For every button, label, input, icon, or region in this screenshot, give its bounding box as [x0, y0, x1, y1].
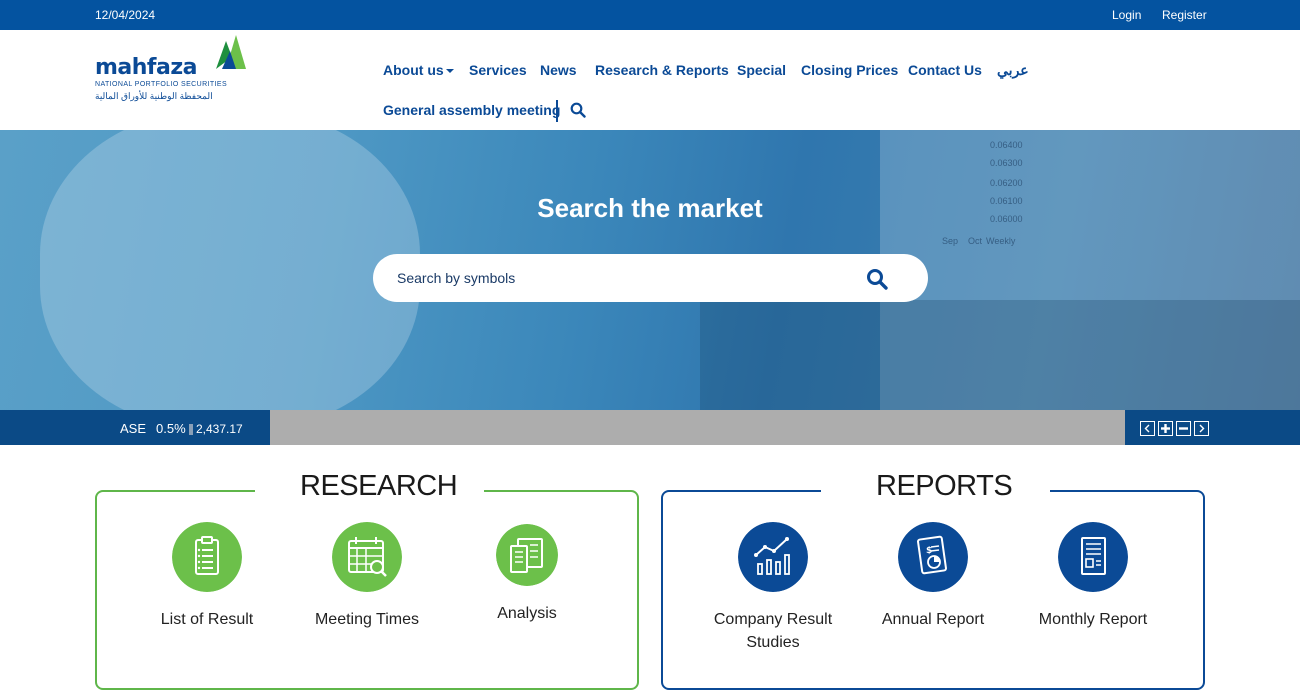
monitor-value: 0.06200 [990, 178, 1023, 188]
minus-icon [1179, 427, 1188, 430]
monitor-axis-label: Weekly [986, 236, 1016, 246]
chevron-left-icon [1144, 424, 1150, 433]
ticker-prev-button[interactable] [1140, 421, 1155, 436]
register-link[interactable]: Register [1162, 8, 1207, 22]
logo-arabic-name: المحفظة الوطنية للأوراق المالية [95, 91, 213, 101]
research-item-label: Meeting Times [314, 611, 420, 628]
research-item-meeting-times[interactable]: Meeting Times [292, 522, 442, 631]
hero-background-shape [40, 130, 420, 410]
checklist-icon [172, 522, 242, 592]
symbol-search-input[interactable] [397, 268, 837, 288]
annual-report-icon: $ [898, 522, 968, 592]
site-logo[interactable]: mahfaza NATIONAL PORTFOLIO SECURITIES ال… [95, 35, 247, 101]
nav-research-reports[interactable]: Research & Reports [595, 62, 729, 78]
monitor-value: 0.06300 [990, 158, 1023, 168]
search-button-icon[interactable] [865, 267, 889, 291]
nav-closing-prices[interactable]: Closing Prices [801, 62, 898, 78]
plus-icon [1161, 424, 1170, 433]
logo-tagline: NATIONAL PORTFOLIO SECURITIES [95, 81, 228, 88]
ticker-symbol: ASE [120, 421, 147, 436]
nav-contact-us[interactable]: Contact Us [908, 62, 982, 78]
growth-chart-icon [738, 522, 808, 592]
analysis-document-icon [496, 524, 558, 586]
nav-special[interactable]: Special [737, 62, 786, 78]
monthly-report-icon [1058, 522, 1128, 592]
nav-news[interactable]: News [540, 62, 577, 78]
reports-item-label: Annual Report [881, 611, 985, 628]
monitor-axis-label: Oct [968, 236, 983, 246]
reports-item-label: Monthly Report [1038, 611, 1148, 628]
research-item-analysis[interactable]: Analysis [452, 524, 602, 625]
reports-item-company-result-studies[interactable]: Company Result Studies [698, 522, 848, 654]
current-date: 12/04/2024 [95, 8, 156, 22]
reports-item-monthly-report[interactable]: Monthly Report [1018, 522, 1168, 631]
nav-services[interactable]: Services [469, 62, 527, 78]
logo-mark-icon [216, 35, 246, 69]
monitor-value: 0.06400 [990, 140, 1023, 150]
reports-item-label: Company Result Studies [713, 611, 833, 651]
nav-separator [556, 100, 558, 122]
ticker-separator [189, 424, 193, 435]
nav-about-us-label: About us [383, 62, 444, 78]
logo-wordmark: mahfaza [95, 55, 198, 80]
market-ticker: ASE 0.5% 2,437.17 [0, 410, 1300, 445]
top-bar: 12/04/2024 Login Register [0, 0, 1300, 30]
research-title: RESEARCH [300, 470, 458, 502]
calendar-search-icon [332, 522, 402, 592]
reports-title: REPORTS [876, 470, 1013, 502]
ticker-remove-button[interactable] [1176, 421, 1191, 436]
ticker-controls [1125, 410, 1300, 445]
chevron-down-icon [445, 69, 454, 74]
search-icon[interactable] [570, 102, 586, 118]
research-item-label: Analysis [497, 605, 557, 622]
chevron-right-icon [1199, 424, 1205, 433]
hero-banner: 0.06400 0.06300 0.06200 0.06100 0.06000 … [0, 130, 1300, 410]
research-item-label: List of Result [160, 611, 254, 628]
nav-arabic[interactable]: عربي [997, 62, 1029, 79]
login-link[interactable]: Login [1112, 8, 1141, 22]
nav-about-us[interactable]: About us [383, 62, 454, 78]
site-header: mahfaza NATIONAL PORTFOLIO SECURITIES ال… [0, 30, 1300, 130]
reports-item-annual-report[interactable]: $ Annual Report [858, 522, 1008, 631]
monitor-axis-label: Sep [942, 236, 959, 246]
hero-desk-shadow [700, 300, 1300, 410]
nav-general-assembly[interactable]: General assembly meeting [383, 102, 560, 118]
ticker-next-button[interactable] [1194, 421, 1209, 436]
hero-title: Search the market [537, 193, 763, 223]
ticker-value: 2,437.17 [196, 422, 243, 436]
ticker-change: 0.5% [156, 421, 186, 436]
ticker-add-button[interactable] [1158, 421, 1173, 436]
market-search-box [373, 254, 928, 302]
research-item-list-of-result[interactable]: List of Result [132, 522, 282, 631]
ticker-index: ASE 0.5% 2,437.17 [0, 410, 270, 445]
